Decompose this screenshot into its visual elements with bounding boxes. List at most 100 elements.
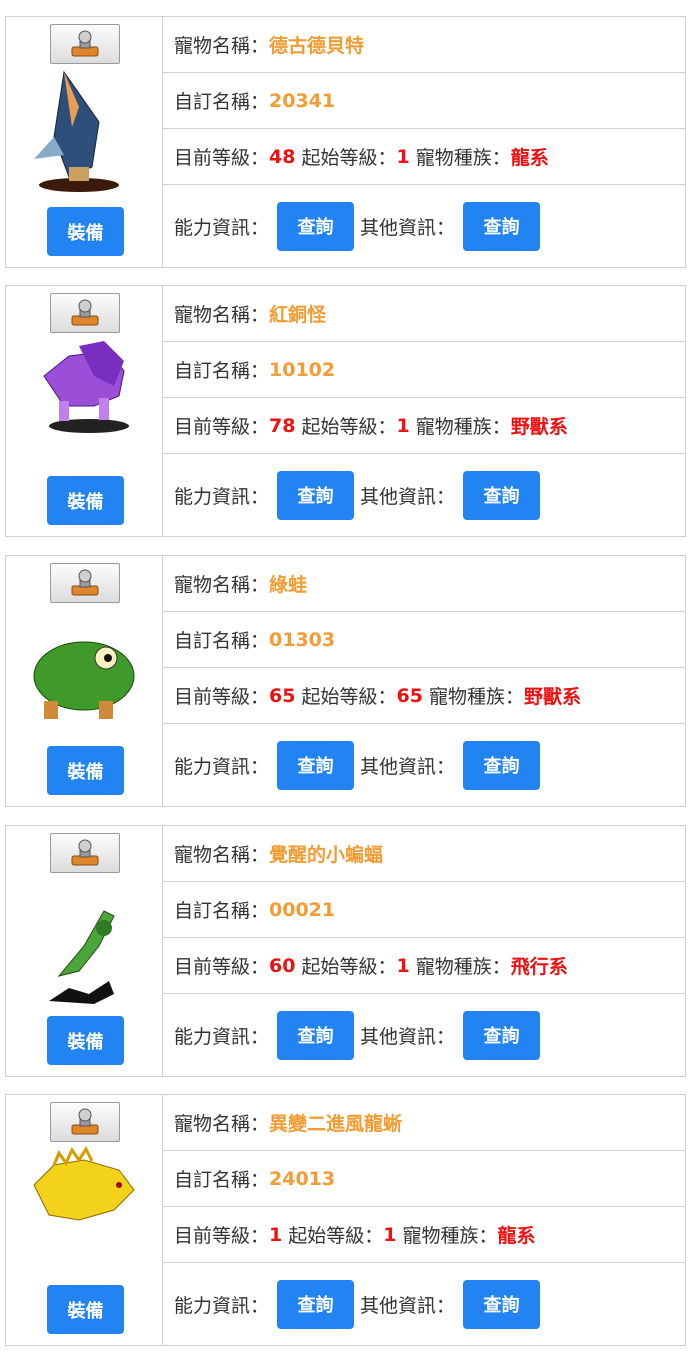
level-label: 目前等級： [174,1225,270,1247]
ability-query-button[interactable]: 查詢 [277,740,355,790]
equip-button[interactable]: 裝備 [47,476,124,525]
pet-race: 野獸系 [510,416,568,438]
stamp-icon [71,569,99,596]
pet-name-label: 寵物名稱： [174,1113,270,1135]
other-query-button[interactable]: 查詢 [463,470,541,520]
start-level-label: 起始等級： [288,1225,384,1247]
pet-card: 裝備 寵物名稱： 綠蛙 自訂名稱： 01303 目前等級： 65 起始等級： 6… [5,555,686,807]
ability-label: 能力資訊： [174,485,270,508]
custom-name-label: 自訂名稱： [174,900,270,922]
custom-name: 10102 [269,358,336,381]
race-label: 寵物種族： [415,147,511,169]
pet-race: 飛行系 [510,956,568,978]
start-level-label: 起始等級： [301,147,397,169]
pet-left-panel: 裝備 [6,1095,163,1345]
pet-info: 寵物名稱： 異變二進風龍蜥 自訂名稱： 24013 目前等級： 1 起始等級： … [163,1095,685,1345]
pet-left-panel: 裝備 [6,826,163,1076]
start-level: 1 [383,1223,397,1246]
shark-bird-icon [34,70,119,192]
race-label: 寵物種族： [415,956,511,978]
pet-info: 寵物名稱： 德古德貝特 自訂名稱： 20341 目前等級： 48 起始等級： 1… [163,17,685,267]
pet-card: 裝備 寵物名稱： 德古德貝特 自訂名稱： 20341 目前等級： 48 起始等級… [5,16,686,268]
pet-name: 綠蛙 [269,574,308,596]
pet-name-label: 寵物名稱： [174,844,270,866]
stamp-button[interactable] [50,24,120,64]
pet-name-label: 寵物名稱： [174,304,270,326]
ability-label: 能力資訊： [174,1294,270,1317]
race-label: 寵物種族： [415,416,511,438]
pet-list: 裝備 寵物名稱： 德古德貝特 自訂名稱： 20341 目前等級： 48 起始等級… [0,0,693,1363]
other-label: 其他資訊： [360,485,456,508]
start-level: 65 [396,684,423,707]
other-query-button[interactable]: 查詢 [463,1010,541,1060]
pet-info: 寵物名稱： 綠蛙 自訂名稱： 01303 目前等級： 65 起始等級： 65 寵… [163,556,685,806]
green-frog-icon [33,641,135,719]
bat-icon [49,910,115,1004]
stamp-icon [71,299,99,326]
equip-button[interactable]: 裝備 [47,1016,124,1065]
stamp-icon [71,839,99,866]
other-query-button[interactable]: 查詢 [463,1279,541,1329]
pet-card: 裝備 寵物名稱： 覺醒的小蝙蝠 自訂名稱： 00021 目前等級： 60 起始等… [5,825,686,1077]
current-level: 78 [269,414,296,437]
level-label: 目前等級： [174,147,270,169]
start-level-label: 起始等級： [301,416,397,438]
pet-info: 寵物名稱： 紅銅怪 自訂名稱： 10102 目前等級： 78 起始等級： 1 寵… [163,286,685,536]
equip-button[interactable]: 裝備 [47,1285,124,1334]
level-label: 目前等級： [174,416,270,438]
ability-query-button[interactable]: 查詢 [277,1010,355,1060]
custom-name-label: 自訂名稱： [174,1169,270,1191]
current-level: 65 [269,684,296,707]
ability-query-button[interactable]: 查詢 [277,201,355,251]
pet-race: 龍系 [497,1225,536,1247]
stamp-button[interactable] [50,833,120,873]
pet-left-panel: 裝備 [6,17,163,267]
custom-name: 24013 [269,1167,336,1190]
other-label: 其他資訊： [360,216,456,239]
pet-name: 覺醒的小蝙蝠 [269,844,384,866]
level-label: 目前等級： [174,686,270,708]
other-label: 其他資訊： [360,1025,456,1048]
race-label: 寵物種族： [428,686,524,708]
equip-button[interactable]: 裝備 [47,746,124,795]
stamp-icon [71,30,99,57]
custom-name-label: 自訂名稱： [174,360,270,382]
ability-query-button[interactable]: 查詢 [277,1279,355,1329]
current-level: 48 [269,145,296,168]
equip-button[interactable]: 裝備 [47,207,124,256]
custom-name-label: 自訂名稱： [174,91,270,113]
stamp-button[interactable] [50,293,120,333]
pet-race: 龍系 [510,147,549,169]
stamp-button[interactable] [50,563,120,603]
pet-left-panel: 裝備 [6,556,163,806]
other-label: 其他資訊： [360,755,456,778]
pet-name-label: 寵物名稱： [174,35,270,57]
yellow-lizard-icon [33,1145,135,1221]
purple-lion-icon [43,341,129,433]
other-query-button[interactable]: 查詢 [463,740,541,790]
start-level-label: 起始等級： [301,686,397,708]
pet-race: 野獸系 [523,686,581,708]
other-query-button[interactable]: 查詢 [463,201,541,251]
custom-name-label: 自訂名稱： [174,630,270,652]
pet-left-panel: 裝備 [6,286,163,536]
custom-name: 01303 [269,628,336,651]
custom-name: 00021 [269,898,336,921]
pet-name: 異變二進風龍蜥 [269,1113,403,1135]
ability-label: 能力資訊： [174,1025,270,1048]
pet-name: 德古德貝特 [269,35,365,57]
custom-name: 20341 [269,89,336,112]
ability-label: 能力資訊： [174,216,270,239]
current-level: 60 [269,954,296,977]
pet-info: 寵物名稱： 覺醒的小蝙蝠 自訂名稱： 00021 目前等級： 60 起始等級： … [163,826,685,1076]
start-level: 1 [396,954,410,977]
pet-name-label: 寵物名稱： [174,574,270,596]
start-level: 1 [396,414,410,437]
ability-label: 能力資訊： [174,755,270,778]
start-level-label: 起始等級： [301,956,397,978]
start-level: 1 [396,145,410,168]
ability-query-button[interactable]: 查詢 [277,470,355,520]
stamp-icon [71,1108,99,1135]
other-label: 其他資訊： [360,1294,456,1317]
stamp-button[interactable] [50,1102,120,1142]
